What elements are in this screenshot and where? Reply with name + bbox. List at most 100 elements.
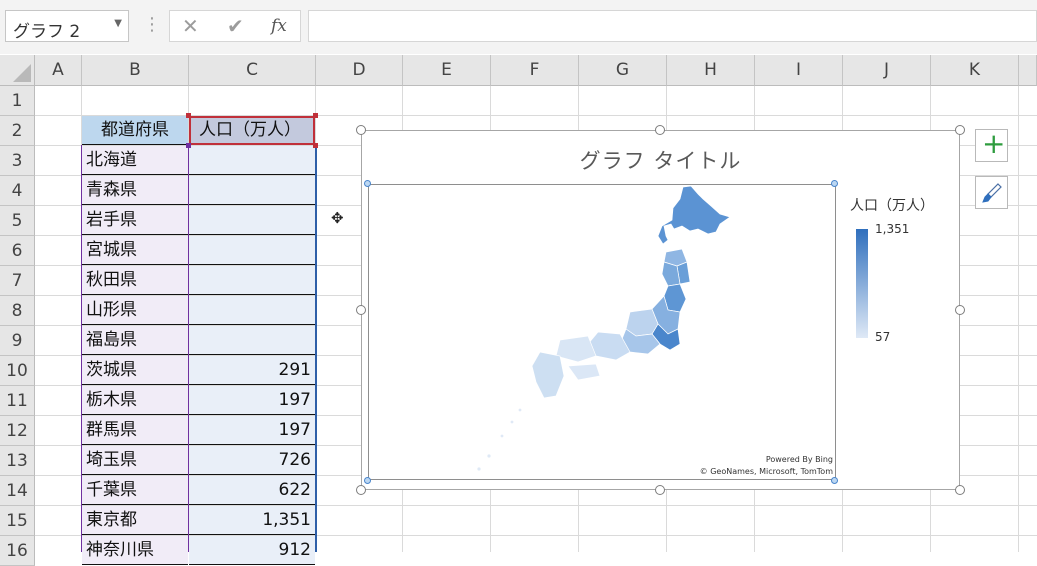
range-c-corner-handle-tr[interactable] [313,113,318,118]
row-header-13[interactable]: 13 [0,446,35,476]
column-header-i[interactable]: I [755,55,843,86]
plot-area[interactable]: Powered By Bing © GeoNames, Microsoft, T… [368,184,836,480]
cell-b16[interactable]: 神奈川県 [82,536,188,565]
cell-b7[interactable]: 秋田県 [82,266,188,295]
cell-b2-header[interactable]: 都道府県 [82,116,188,145]
cell-c12[interactable]: 197 [189,416,315,445]
column-header-l[interactable] [1019,55,1037,86]
formula-input[interactable] [308,10,1037,42]
row-header-11[interactable]: 11 [0,386,35,416]
column-header-j[interactable]: J [843,55,931,86]
cancel-icon[interactable]: ✕ [182,14,199,38]
column-header-f[interactable]: F [491,55,579,86]
cell-b11[interactable]: 栃木県 [82,386,188,415]
row-header-15[interactable]: 15 [0,506,35,536]
cell-c4[interactable] [189,176,315,205]
cell-b8[interactable]: 山形県 [82,296,188,325]
cell-b3[interactable]: 北海道 [82,146,188,175]
plot-handle-tl[interactable] [364,180,371,187]
cell-b5[interactable]: 岩手県 [82,206,188,235]
row-header-2[interactable]: 2 [0,116,35,146]
cell-c13[interactable]: 726 [189,446,315,475]
select-all-triangle-icon [13,64,31,82]
row-header-5[interactable]: 5 [0,206,35,236]
map-island-2 [510,420,514,424]
row-header-4[interactable]: 4 [0,176,35,206]
row-header-3[interactable]: 3 [0,146,35,176]
map-copyright: © GeoNames, Microsoft, TomTom [699,467,833,476]
cell-c6[interactable] [189,236,315,265]
column-header-h[interactable]: H [667,55,755,86]
row-header-1[interactable]: 1 [0,86,35,116]
map-region-shikoku [567,363,601,381]
cell-b4[interactable]: 青森県 [82,176,188,205]
plot-handle-bl[interactable] [364,477,371,484]
cell-c9[interactable] [189,326,315,355]
cell-b12[interactable]: 群馬県 [82,416,188,445]
cell-c2-header[interactable]: 人口（万人） [189,116,315,145]
column-header-a[interactable]: A [35,55,82,86]
japan-map [477,185,731,471]
column-header-d[interactable]: D [316,55,403,86]
column-header-k[interactable]: K [931,55,1019,86]
column-header-g[interactable]: G [579,55,667,86]
range-c-corner-handle-br[interactable] [313,143,318,148]
chart-resize-handle-b[interactable] [655,485,665,495]
chart-resize-handle-bl[interactable] [356,485,366,495]
column-header-b[interactable]: B [82,55,189,86]
row-header-9[interactable]: 9 [0,326,35,356]
chart-styles-button[interactable] [975,176,1008,209]
formula-bar-resize-handle[interactable]: ⋮ [143,14,161,35]
cell-c11[interactable]: 197 [189,386,315,415]
row-header-6[interactable]: 6 [0,236,35,266]
cell-c16[interactable]: 912 [189,536,315,565]
enter-icon[interactable]: ✔ [227,14,244,38]
column-header-c[interactable]: C [189,55,316,86]
cell-b6[interactable]: 宮城県 [82,236,188,265]
row-header-7[interactable]: 7 [0,266,35,296]
legend-max-label: 1,351 [875,222,910,236]
name-box-dropdown-icon[interactable]: ▼ [114,18,122,29]
chart-resize-handle-t[interactable] [655,125,665,135]
plot-handle-tr[interactable] [831,180,838,187]
row-header-12[interactable]: 12 [0,416,35,446]
row-header-8[interactable]: 8 [0,296,35,326]
chart-resize-handle-tr[interactable] [955,125,965,135]
name-box-value: グラフ 2 [13,22,81,42]
plot-handle-br[interactable] [831,477,838,484]
cell-c5[interactable] [189,206,315,235]
cell-c15[interactable]: 1,351 [189,506,315,535]
map-region-hokkaido [657,185,731,245]
cell-b10[interactable]: 茨城県 [82,356,188,385]
map-island-5 [477,467,481,471]
bing-attribution: Powered By Bing [765,455,833,464]
cell-c10[interactable]: 291 [189,356,315,385]
cell-b9[interactable]: 福島県 [82,326,188,355]
name-box[interactable]: グラフ 2 ▼ [5,10,129,42]
row-header-16[interactable]: 16 [0,536,35,566]
chart-resize-handle-br[interactable] [955,485,965,495]
cell-c8[interactable] [189,296,315,325]
cell-b13[interactable]: 埼玉県 [82,446,188,475]
select-all-corner[interactable] [0,55,35,86]
chart-resize-handle-tl[interactable] [356,125,366,135]
insert-function-icon[interactable]: fx [271,16,287,36]
range-b-corner-handle[interactable] [186,143,191,148]
range-c-corner-handle-tl[interactable] [186,113,191,118]
map-chart[interactable]: グラフ タイトル Powered By Bing © GeoNames, Mic… [361,130,960,490]
cell-b15[interactable]: 東京都 [82,506,188,535]
legend-color-scale [856,229,868,338]
row-header-14[interactable]: 14 [0,476,35,506]
cell-c7[interactable] [189,266,315,295]
legend-title[interactable]: 人口（万人） [850,195,934,215]
cell-c3[interactable] [189,146,315,175]
chart-elements-button[interactable]: + [975,127,1008,162]
chart-title[interactable]: グラフ タイトル [362,145,959,175]
chart-resize-handle-r[interactable] [955,305,965,315]
chart-resize-handle-l[interactable] [356,305,366,315]
cell-b14[interactable]: 千葉県 [82,476,188,505]
map-region-kyushu [531,351,565,399]
cell-c14[interactable]: 622 [189,476,315,505]
column-header-e[interactable]: E [403,55,491,86]
row-header-10[interactable]: 10 [0,356,35,386]
